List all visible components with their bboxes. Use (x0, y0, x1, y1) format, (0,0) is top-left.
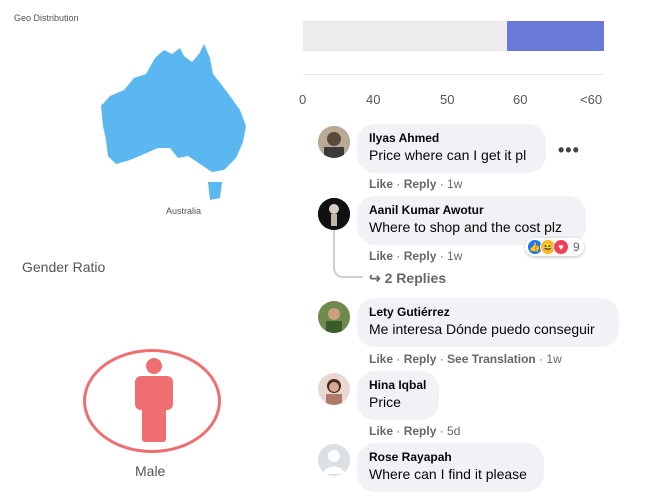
male-person-icon (135, 358, 173, 442)
tick-label: <60 (580, 92, 603, 107)
tasmania (208, 182, 222, 200)
australia-map (101, 44, 246, 200)
love-reaction-icon: ♥ (553, 239, 569, 255)
default-user-icon (318, 444, 350, 476)
comment-text: Where can I find it please (369, 466, 527, 482)
gender-ratio-title: Gender Ratio (22, 259, 106, 275)
avatar-photo-icon (318, 126, 350, 158)
comment-bubble: Rose Rayapah Where can I find it please (357, 443, 544, 492)
comment-text: Me interesa Dónde puedo conseguir (369, 321, 595, 337)
avatar-photo-icon (318, 301, 350, 333)
comment-bubble: Ilyas Ahmed Price where can I get it pl (357, 124, 546, 173)
tick-label: 40 (366, 92, 381, 107)
comment-author[interactable]: Hina Iqbal (369, 378, 427, 393)
reply-thread-line (333, 230, 363, 278)
like-button[interactable]: Like (369, 352, 393, 366)
age-bar-fill (507, 21, 604, 51)
comment-author[interactable]: Rose Rayapah (369, 450, 532, 465)
comment-actions: Like · Reply · 1w (369, 249, 463, 263)
avatar-photo-icon (318, 373, 350, 405)
reaction-summary[interactable]: 👍 😆 ♥ 9 (525, 238, 584, 256)
comment-text: Price where can I get it pl (369, 147, 527, 163)
more-options-icon[interactable]: ••• (558, 140, 580, 161)
tick-label: 50 (440, 92, 455, 107)
male-label: Male (135, 463, 166, 479)
reaction-count: 9 (573, 240, 580, 254)
avatar[interactable] (318, 373, 350, 405)
like-button[interactable]: Like (369, 424, 393, 438)
australia-mainland (101, 44, 246, 172)
comment-text: Price (369, 394, 401, 410)
reply-button[interactable]: Reply (404, 352, 437, 366)
comment-actions: Like · Reply · See Translation · 1w (369, 352, 562, 366)
map-region-label: Australia (166, 206, 202, 216)
avatar[interactable] (318, 444, 350, 476)
avatar-photo-icon (318, 198, 350, 230)
tick-label: 0 (299, 92, 307, 107)
reply-button[interactable]: Reply (404, 424, 437, 438)
comment-time[interactable]: 5d (447, 424, 460, 438)
comment-time[interactable]: 1w (546, 352, 561, 366)
comment-author[interactable]: Aanil Kumar Awotur (369, 203, 574, 218)
see-translation-link[interactable]: See Translation (447, 352, 536, 366)
comment-time[interactable]: 1w (447, 249, 462, 263)
comment-bubble: Hina Iqbal Price (357, 371, 439, 420)
avatar[interactable] (318, 301, 350, 333)
analytics-panel: Geo Distribution Australia Gender Ratio … (0, 0, 300, 503)
comment-author[interactable]: Ilyas Ahmed (369, 131, 534, 146)
reply-button[interactable]: Reply (404, 177, 437, 191)
chart-gridline (303, 74, 604, 75)
comment-actions: Like · Reply · 5d (369, 424, 461, 438)
comment-author[interactable]: Lety Gutiérrez (369, 305, 607, 320)
view-replies-link[interactable]: ↪ 2 Replies (369, 270, 446, 287)
reply-arrow-icon: ↪ (369, 270, 381, 286)
like-button[interactable]: Like (369, 177, 393, 191)
geo-distribution-title: Geo Distribution (14, 13, 79, 23)
avatar[interactable] (318, 198, 350, 230)
avatar[interactable] (318, 126, 350, 158)
comment-time[interactable]: 1w (447, 177, 462, 191)
replies-label: 2 Replies (384, 270, 447, 286)
reply-button[interactable]: Reply (404, 249, 437, 263)
like-button[interactable]: Like (369, 249, 393, 263)
comment-actions: Like · Reply · 1w (369, 177, 463, 191)
tick-label: 60 (513, 92, 528, 107)
comment-bubble: Lety Gutiérrez Me interesa Dónde puedo c… (357, 298, 619, 347)
comment-text: Where to shop and the cost plz (369, 219, 562, 235)
